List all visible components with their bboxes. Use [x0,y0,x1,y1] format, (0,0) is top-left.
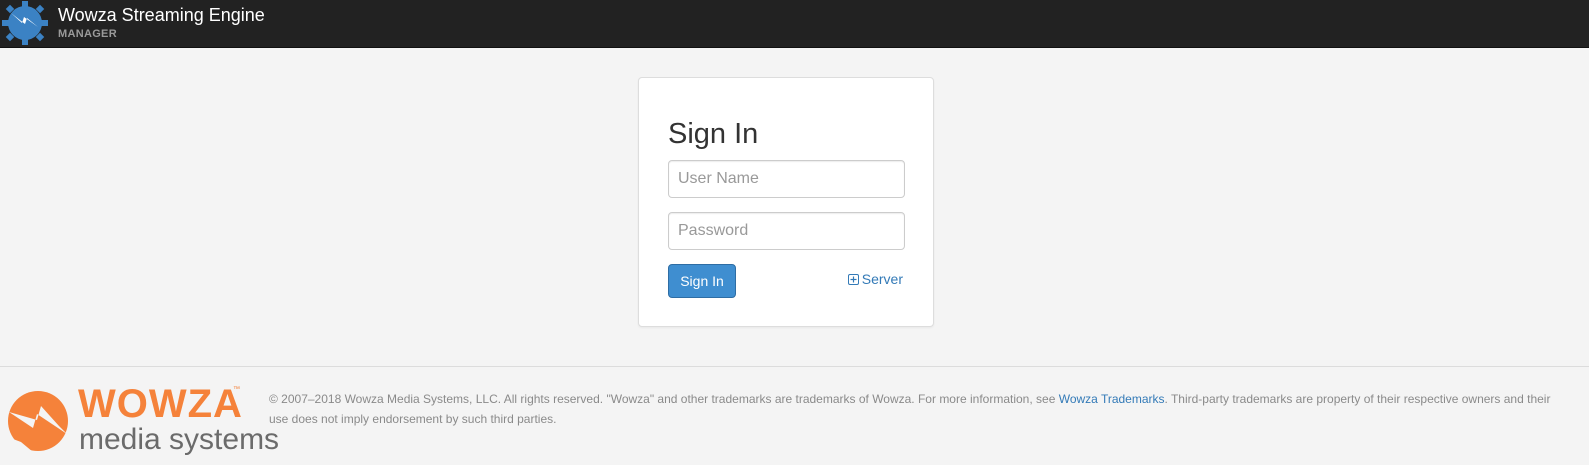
password-input[interactable] [668,212,905,250]
wowza-bolt-logo-icon [5,391,68,452]
server-toggle-link[interactable]: Server [847,270,903,288]
brand-trademark: ™ [233,386,240,393]
plus-square-icon [847,273,859,285]
brand-word: WOWZA [78,382,243,426]
signin-heading: Sign In [668,118,759,150]
server-link-label: Server [861,271,903,287]
signin-panel: Sign In Sign In Server [638,77,934,327]
brand-subtitle: media systems [79,423,280,456]
wowza-media-systems-logo: WOWZA ™ media systems [3,382,279,456]
app-subtitle: MANAGER [58,28,117,40]
app-title: Wowza Streaming Engine [58,5,265,25]
footer-copyright: © 2007–2018 Wowza Media Systems, LLC. Al… [269,389,1569,429]
wowza-logo-icon[interactable] [2,1,48,45]
username-input[interactable] [668,160,905,198]
footer-divider [0,366,1589,367]
copyright-text: © 2007–2018 Wowza Media Systems, LLC. Al… [269,392,1059,406]
trademarks-link[interactable]: Wowza Trademarks [1059,392,1165,406]
top-navbar: Wowza Streaming Engine MANAGER [0,0,1589,48]
signin-button[interactable]: Sign In [668,264,736,298]
